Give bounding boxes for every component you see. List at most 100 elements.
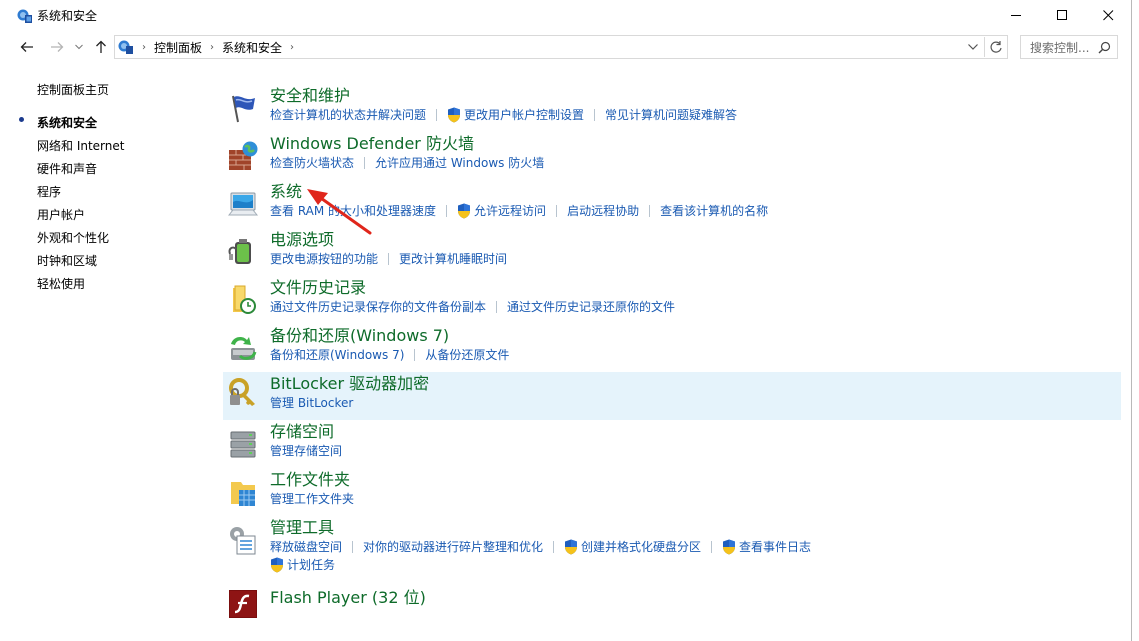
search-icon[interactable]: [1098, 41, 1111, 54]
link-firewall-status[interactable]: 检查防火墙状态: [270, 155, 354, 171]
battery-icon: [228, 239, 251, 264]
category-title[interactable]: 工作文件夹: [270, 470, 350, 490]
category-title[interactable]: 系统: [270, 182, 302, 202]
sidebar-item-hardware[interactable]: 硬件和声音: [37, 160, 97, 177]
category-title[interactable]: 安全和维护: [270, 86, 350, 106]
maximize-button[interactable]: [1039, 0, 1085, 31]
address-bar[interactable]: › 控制面板 › 系统和安全 ›: [114, 35, 1008, 59]
category-admin-tools: 管理工具 释放磁盘空间 对你的驱动器进行碎片整理和优化 创建并格式化硬盘分区 查…: [223, 518, 1121, 578]
breadcrumb-system-security[interactable]: 系统和安全: [222, 39, 282, 56]
search-input[interactable]: 搜索控制...: [1030, 39, 1098, 56]
uac-shield-icon: [565, 539, 578, 555]
link-event-logs[interactable]: 查看事件日志: [722, 539, 811, 555]
category-backup-restore: 备份和还原(Windows 7) 备份和还原(Windows 7) 从备份还原文…: [223, 326, 1121, 370]
sidebar-item-network[interactable]: 网络和 Internet: [37, 137, 124, 154]
link-sleep-time[interactable]: 更改计算机睡眠时间: [399, 251, 507, 267]
back-button[interactable]: [18, 38, 36, 56]
sidebar-item-home[interactable]: 控制面板主页: [37, 81, 109, 98]
computer-icon: [227, 192, 259, 216]
address-dropdown-icon[interactable]: [968, 43, 978, 51]
category-title[interactable]: BitLocker 驱动器加密: [270, 374, 429, 394]
link-save-backup[interactable]: 通过文件历史记录保存你的文件备份副本: [270, 299, 486, 315]
link-format-partitions[interactable]: 创建并格式化硬盘分区: [564, 539, 701, 555]
minimize-icon: [1010, 15, 1021, 16]
link-backup-restore[interactable]: 备份和还原(Windows 7): [270, 347, 404, 363]
link-defragment[interactable]: 对你的驱动器进行碎片整理和优化: [363, 539, 543, 555]
sidebar-item-appearance[interactable]: 外观和个性化: [37, 229, 109, 246]
file-history-icon: [233, 285, 256, 314]
control-panel-icon: [118, 40, 133, 54]
category-title[interactable]: Flash Player (32 位): [270, 588, 426, 608]
up-button[interactable]: [92, 38, 110, 56]
link-troubleshoot[interactable]: 常见计算机问题疑难解答: [605, 107, 737, 123]
category-title[interactable]: 存储空间: [270, 422, 334, 442]
minimize-button[interactable]: [993, 0, 1039, 31]
search-box[interactable]: 搜索控制...: [1020, 35, 1118, 59]
chevron-down-icon: [75, 44, 83, 50]
storage-drives-icon: [230, 431, 256, 458]
breadcrumb-control-panel[interactable]: 控制面板: [154, 39, 202, 56]
sidebar-item-programs[interactable]: 程序: [37, 183, 61, 200]
work-folders-icon: [231, 482, 255, 506]
sidebar-item-user-accounts[interactable]: 用户帐户: [37, 206, 85, 223]
window-title: 系统和安全: [37, 9, 98, 23]
forward-button[interactable]: [48, 38, 66, 56]
backup-icon: [231, 336, 257, 360]
link-uac-settings[interactable]: 更改用户帐户控制设置: [447, 107, 584, 123]
category-work-folders: 工作文件夹 管理工作文件夹: [223, 470, 1121, 514]
uac-shield-icon: [448, 107, 461, 123]
link-restore-files[interactable]: 通过文件历史记录还原你的文件: [507, 299, 675, 315]
link-schedule-tasks[interactable]: 计划任务: [270, 557, 335, 573]
link-allow-app[interactable]: 允许应用通过 Windows 防火墙: [375, 155, 544, 171]
uac-shield-icon: [458, 203, 471, 219]
breadcrumb-separator: ›: [210, 41, 215, 53]
category-title[interactable]: Windows Defender 防火墙: [270, 134, 474, 154]
category-title[interactable]: 电源选项: [270, 230, 334, 250]
link-manage-work-folders[interactable]: 管理工作文件夹: [270, 491, 354, 507]
sidebar-item-system-security: 系统和安全: [37, 116, 98, 130]
category-storage-spaces: 存储空间 管理存储空间: [223, 422, 1121, 466]
link-computer-name[interactable]: 查看该计算机的名称: [660, 203, 768, 219]
link-restore-from-backup[interactable]: 从备份还原文件: [425, 347, 509, 363]
link-manage-storage[interactable]: 管理存储空间: [270, 443, 342, 459]
forward-arrow-icon: [51, 42, 64, 52]
up-arrow-icon: [96, 40, 106, 53]
recent-locations-button[interactable]: [73, 38, 85, 56]
category-firewall: Windows Defender 防火墙 检查防火墙状态 允许应用通过 Wind…: [223, 134, 1121, 178]
current-page-bullet: [19, 117, 24, 122]
category-security-maintenance: 安全和维护 检查计算机的状态并解决问题 更改用户帐户控制设置 常见计算机问题疑难…: [223, 86, 1121, 130]
close-icon: [1102, 10, 1113, 21]
link-remote-access[interactable]: 允许远程访问: [457, 203, 546, 219]
uac-shield-icon: [271, 557, 283, 573]
uac-shield-icon: [723, 539, 736, 555]
category-title[interactable]: 备份和还原(Windows 7): [270, 326, 449, 346]
close-button[interactable]: [1085, 0, 1131, 31]
link-view-ram[interactable]: 查看 RAM 的大小和处理器速度: [270, 203, 436, 219]
link-label: 计划任务: [287, 558, 336, 572]
sidebar-item-clock-region[interactable]: 时钟和区域: [37, 252, 97, 269]
category-power-options: 电源选项 更改电源按钮的功能 更改计算机睡眠时间: [223, 230, 1121, 274]
back-arrow-icon: [20, 42, 33, 52]
link-label: 允许远程访问: [474, 204, 547, 218]
category-system: 系统 查看 RAM 的大小和处理器速度 允许远程访问 启动远程协助 查看该计算机…: [223, 182, 1121, 226]
link-label: 创建并格式化硬盘分区: [581, 540, 702, 554]
sidebar-item-ease-of-access[interactable]: 轻松使用: [37, 275, 85, 292]
refresh-icon[interactable]: [989, 40, 1003, 54]
breadcrumb-separator: ›: [142, 41, 146, 53]
link-check-status[interactable]: 检查计算机的状态并解决问题: [270, 107, 426, 123]
maximize-icon: [1056, 10, 1067, 20]
link-label: 查看事件日志: [739, 540, 812, 554]
flash-player-icon: [229, 590, 257, 618]
link-manage-bitlocker[interactable]: 管理 BitLocker: [270, 395, 353, 411]
flag-icon: [232, 95, 255, 123]
category-title[interactable]: 管理工具: [270, 518, 334, 538]
category-title[interactable]: 文件历史记录: [270, 278, 366, 298]
category-flash-player: Flash Player (32 位): [223, 588, 1121, 622]
link-power-button[interactable]: 更改电源按钮的功能: [270, 251, 378, 267]
firewall-icon: [229, 141, 258, 170]
link-label: 更改用户帐户控制设置: [464, 108, 585, 122]
link-remote-assistance[interactable]: 启动远程协助: [567, 203, 639, 219]
admin-tools-icon: [230, 527, 256, 555]
category-bitlocker[interactable]: BitLocker 驱动器加密 管理 BitLocker: [223, 372, 1121, 420]
link-disk-cleanup[interactable]: 释放磁盘空间: [270, 539, 342, 555]
